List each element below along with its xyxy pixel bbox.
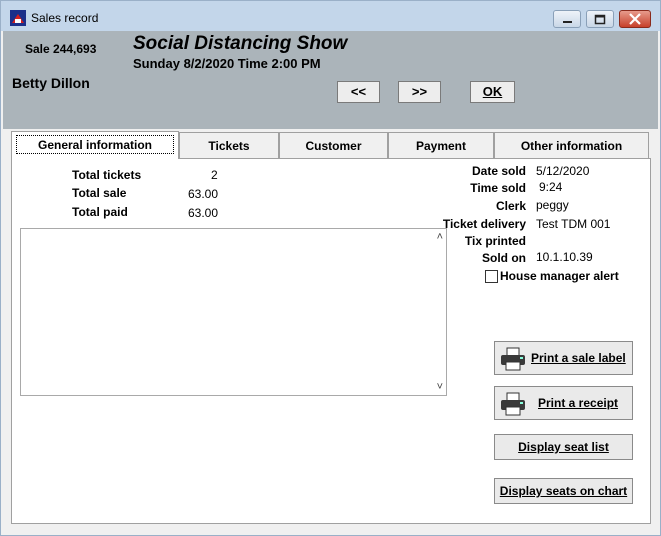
maximize-icon [594, 14, 606, 25]
scroll-up-icon[interactable]: ˄ [437, 231, 443, 243]
print-receipt-text: Print a receipt [538, 396, 619, 410]
tab-other-information[interactable]: Other information [494, 132, 649, 158]
window-title: Sales record [31, 11, 99, 25]
tab-label: Payment [415, 139, 467, 153]
tix-printed-label: Tix printed [464, 234, 526, 248]
tab-tickets[interactable]: Tickets [179, 132, 279, 158]
sale-number: Sale 244,693 [25, 42, 97, 56]
time-sold-label: Time sold [470, 181, 526, 195]
close-button[interactable] [619, 10, 651, 28]
tab-label: Tickets [208, 139, 250, 153]
tab-label: Other information [520, 139, 623, 153]
sale-header: Sale 244,693 Social Distancing Show Sund… [3, 31, 658, 129]
house-manager-alert-label[interactable]: House manager alert [500, 269, 619, 283]
show-title: Social Distancing Show [133, 33, 348, 54]
tab-payment[interactable]: Payment [388, 132, 494, 158]
close-icon [629, 13, 641, 25]
sales-record-window: Sales record Sale 244,693 Social Distanc… [0, 0, 661, 536]
time-sold-value: 9:24 [539, 180, 563, 194]
ticket-delivery-value: Test TDM 001 [536, 217, 611, 231]
ticket-delivery-label: Ticket delivery [442, 217, 526, 231]
clerk-label: Clerk [495, 199, 526, 213]
tab-label: Customer [305, 139, 362, 153]
display-seat-list-button[interactable]: Display seat list [494, 434, 633, 460]
show-date-time: Sunday 8/2/2020 Time 2:00 PM [133, 56, 321, 71]
ok-button[interactable]: OK [470, 81, 515, 103]
clerk-value: peggy [536, 198, 569, 212]
display-seat-list-text: Display seat list [518, 440, 609, 454]
print-receipt-button[interactable]: Print a receipt [494, 386, 633, 420]
total-paid-label: Total paid [72, 205, 128, 219]
minimize-icon [563, 21, 572, 23]
print-sale-label-text: Print a sale label [531, 351, 626, 365]
sold-on-value: 10.1.10.39 [536, 250, 593, 264]
date-sold-label: Date sold [471, 164, 526, 178]
tab-label: General information [16, 135, 174, 154]
title-bar: Sales record [1, 1, 660, 31]
total-tickets-label: Total tickets [72, 168, 142, 182]
printer-icon [501, 392, 525, 416]
app-icon [10, 10, 26, 26]
total-tickets-value: 2 [211, 168, 218, 182]
date-sold-value: 5/12/2020 [536, 164, 590, 178]
sold-on-label: Sold on [482, 251, 526, 265]
house-manager-alert-checkbox[interactable] [485, 270, 498, 283]
tab-strip: General information Tickets Customer Pay… [11, 131, 651, 159]
previous-record-button[interactable]: << [337, 81, 380, 103]
maximize-button[interactable] [586, 10, 614, 28]
notes-textarea[interactable]: ˄ ˅ [20, 228, 447, 396]
next-record-button[interactable]: >> [398, 81, 441, 103]
print-sale-label-button[interactable]: Print a sale label [494, 341, 633, 375]
printer-icon [501, 347, 525, 371]
minimize-button[interactable] [553, 10, 581, 28]
total-sale-value: 63.00 [188, 187, 219, 201]
tab-customer[interactable]: Customer [279, 132, 388, 158]
customer-name: Betty Dillon [12, 75, 90, 91]
general-information-panel: Total tickets 2 Total sale 63.00 Total p… [11, 158, 651, 524]
tab-general-information[interactable]: General information [11, 131, 179, 159]
total-paid-value: 63.00 [188, 206, 219, 220]
scroll-down-icon[interactable]: ˅ [437, 381, 443, 393]
display-seats-on-chart-button[interactable]: Display seats on chart [494, 478, 633, 504]
total-sale-label: Total sale [72, 186, 127, 200]
display-seats-on-chart-text: Display seats on chart [499, 484, 628, 498]
